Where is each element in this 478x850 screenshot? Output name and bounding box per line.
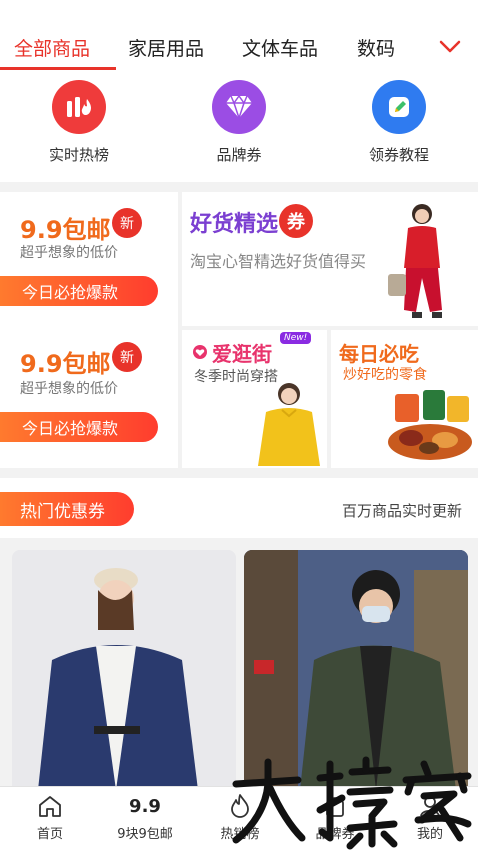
edit-note-icon: [372, 80, 426, 134]
daily-snack-card[interactable]: 每日必吃 炒好吃的零食: [331, 330, 478, 468]
daily-snack-subtitle: 炒好吃的零食: [343, 367, 427, 383]
diamond-icon: [212, 80, 266, 134]
tab-stationery-auto[interactable]: 文体车品: [242, 34, 318, 61]
love-shopping-card[interactable]: 爱逛街 New! 冬季时尚穿搭: [182, 330, 327, 468]
new-badge: 新: [112, 208, 142, 238]
nav-nine-nine[interactable]: 9.9 9块9包邮: [97, 793, 193, 843]
nine-nine-icon: 9.9: [129, 795, 161, 817]
quick-entry-label: 品牌券: [216, 146, 262, 164]
grab-deal-button[interactable]: 今日必抢爆款: [0, 276, 158, 306]
quick-entry-label: 领券教程: [368, 146, 429, 164]
quick-entry-hot-list[interactable]: 实时热榜: [24, 80, 134, 165]
active-tab-indicator: [0, 67, 116, 70]
product-grid: [0, 538, 478, 790]
deal-card[interactable]: 9.9包邮 新 超乎想象的低价 今日必抢爆款: [0, 332, 178, 468]
realtime-update-text: 百万商品实时更新: [341, 502, 462, 520]
hot-coupons-header: 热门优惠券 百万商品实时更新: [0, 478, 478, 538]
nav-home[interactable]: 首页: [2, 793, 98, 842]
hot-list-icon: [52, 80, 106, 134]
nav-label: 首页: [36, 827, 63, 842]
grab-deal-button[interactable]: 今日必抢爆款: [0, 412, 158, 442]
tab-all-products[interactable]: 全部商品: [14, 34, 90, 61]
hot-coupons-title: 热门优惠券: [0, 492, 134, 526]
quick-entry-brand-coupon[interactable]: 品牌券: [184, 80, 294, 165]
deal-subtitle: 超乎想象的低价: [20, 381, 118, 397]
quick-entry-label: 实时热榜: [48, 146, 109, 164]
tab-home-goods[interactable]: 家居用品: [128, 34, 204, 61]
deal-title: 9.9包邮: [20, 350, 111, 378]
coupon-badge: 券: [279, 204, 313, 238]
heart-icon: [193, 345, 207, 359]
chevron-down-icon[interactable]: [436, 32, 464, 60]
nav-label: 9块9包邮: [117, 827, 173, 842]
product-image-navy-jacket: [12, 550, 236, 790]
snack-bundle-image: [388, 390, 472, 460]
deal-subtitle: 超乎想象的低价: [20, 245, 118, 261]
tab-digital[interactable]: 数码: [357, 34, 395, 61]
product-card[interactable]: [12, 550, 236, 790]
deal-title: 9.9包邮: [20, 216, 111, 244]
deal-card[interactable]: 9.9包邮 新 超乎想象的低价 今日必抢爆款: [0, 192, 178, 328]
good-picks-card[interactable]: 好货精选 券 淘宝心智精选好货值得买: [182, 192, 478, 326]
quick-entry-row: 实时热榜 品牌券 领券教程: [0, 72, 478, 182]
quick-entry-coupon-tutorial[interactable]: 领券教程: [344, 80, 454, 165]
promo-grid: 9.9包邮 新 超乎想象的低价 今日必抢爆款 9.9包邮 新 超乎想象的低价 今…: [0, 192, 478, 468]
good-picks-subtitle: 淘宝心智精选好货值得买: [190, 252, 367, 271]
new-badge: 新: [112, 342, 142, 372]
brush-watermark: [232, 756, 472, 850]
model-yellow-sweater-image: [258, 383, 320, 466]
category-tabs: 全部商品 家居用品 文体车品 数码: [0, 0, 478, 72]
good-picks-title: 好货精选: [190, 212, 279, 237]
love-shopping-title: 爱逛街: [212, 342, 272, 366]
daily-snack-title: 每日必吃: [339, 342, 419, 366]
model-red-outfit-image: [388, 204, 442, 318]
home-icon: [2, 793, 98, 819]
new-tag: New!: [280, 332, 312, 344]
